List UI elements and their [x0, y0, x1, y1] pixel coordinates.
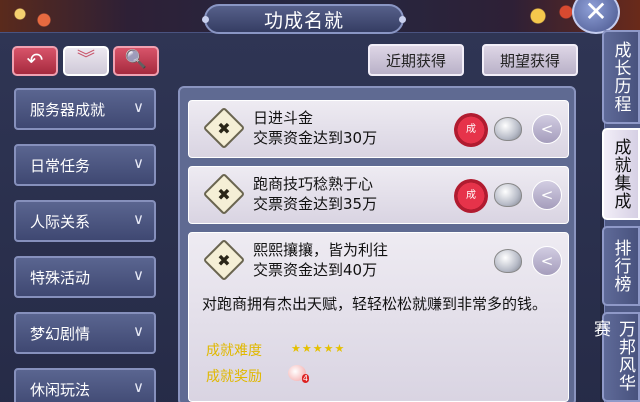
category-label: 日常任务 — [30, 156, 91, 175]
window-title: 功成名就 — [202, 4, 406, 34]
achievement-name: 跑商技巧稔熟于心 — [253, 175, 374, 193]
category-label: 服务器成就 — [30, 100, 106, 119]
share-icon[interactable]: < — [532, 114, 562, 144]
chevron-down-icon: ∨ — [133, 266, 144, 284]
tab-growth-history[interactable]: 成长历程 — [602, 30, 640, 124]
chevron-down-icon: ∨ — [133, 154, 144, 172]
achievement-card[interactable]: ✖ 跑商技巧稔熟于心 交票资金达到35万 成 < — [188, 166, 569, 224]
chevron-down-icon: ∨ — [133, 322, 144, 340]
completed-stamp-icon: 成 — [454, 179, 488, 213]
completed-stamp-icon: 成 — [454, 113, 488, 147]
game-screen: 功成名就 ✕ ↶ ︾ 🔍 服务器成就 ∨ 日常任务 ∨ 人际关系 ∨ 特殊活动 ∨ 梦幻… — [0, 0, 640, 402]
category-label: 特殊活动 — [30, 268, 91, 287]
medal-icon: ✖ — [202, 106, 246, 150]
window-title-text: 功成名就 — [263, 9, 344, 32]
difficulty-stars: ★★★★★ — [291, 342, 346, 355]
tab-leaderboard[interactable]: 排行榜 — [602, 226, 640, 306]
chevron-down-icon: ∨ — [133, 210, 144, 228]
share-icon[interactable]: < — [532, 246, 562, 276]
reward-count: 4 — [301, 374, 309, 383]
reward-label: 成就奖励 — [206, 369, 262, 385]
achievement-desc: 交票资金达到35万 — [253, 195, 378, 213]
reward-item-icon[interactable]: 4 — [288, 365, 309, 383]
category-server-achievements[interactable]: 服务器成就 ∨ — [14, 88, 156, 130]
tab-achievement-collection[interactable]: 成就集成 — [602, 128, 640, 220]
achievement-name: 日进斗金 — [253, 109, 314, 127]
category-story[interactable]: 梦幻剧情 ∨ — [14, 312, 156, 354]
achievement-detail-text: 对跑商拥有杰出天赋，轻轻松松就赚到非常多的钱。 — [202, 295, 548, 313]
chevron-down-icon: ∨ — [133, 378, 144, 396]
back-button[interactable]: ↶ — [12, 46, 58, 76]
chevron-down-icon: ∨ — [133, 98, 144, 116]
category-special-events[interactable]: 特殊活动 ∨ — [14, 256, 156, 298]
category-relationships[interactable]: 人际关系 ∨ — [14, 200, 156, 242]
achievement-desc: 交票资金达到30万 — [253, 129, 378, 147]
category-daily-tasks[interactable]: 日常任务 ∨ — [14, 144, 156, 186]
pearl-reward-icon — [494, 183, 522, 207]
search-button[interactable]: 🔍 — [113, 46, 159, 76]
collapse-button[interactable]: ︾ — [63, 46, 109, 76]
difficulty-label: 成就难度 — [206, 343, 262, 359]
category-label: 梦幻剧情 — [30, 324, 91, 343]
pearl-reward-icon — [494, 117, 522, 141]
recent-obtained-button[interactable]: 近期获得 — [368, 44, 464, 76]
medal-icon: ✖ — [202, 172, 246, 216]
achievement-desc: 交票资金达到40万 — [253, 261, 378, 279]
category-label: 休闲玩法 — [30, 380, 91, 399]
expected-obtained-button[interactable]: 期望获得 — [482, 44, 578, 76]
achievement-card[interactable]: ✖ 日进斗金 交票资金达到30万 成 < — [188, 100, 569, 158]
category-label: 人际关系 — [30, 212, 91, 231]
medal-icon: ✖ — [202, 238, 246, 282]
tab-wanbang-contest[interactable]: 万邦风华赛 — [590, 312, 640, 402]
achievement-name: 熙熙攘攘，皆为利往 — [253, 241, 389, 259]
share-icon[interactable]: < — [532, 180, 562, 210]
category-leisure[interactable]: 休闲玩法 ∨ — [14, 368, 156, 402]
pearl-reward-icon — [494, 249, 522, 273]
